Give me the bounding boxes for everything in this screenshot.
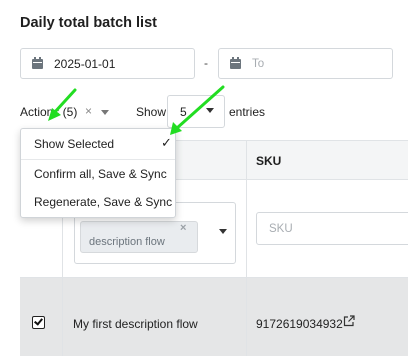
tag-label: description flow <box>89 236 165 248</box>
row-sku: 9172619034932 <box>256 317 343 331</box>
calendar-icon <box>230 57 241 69</box>
date-to-placeholder: To <box>252 58 265 70</box>
checkmark-icon <box>34 316 43 326</box>
date-from-input[interactable]: 2025-01-01 <box>20 48 195 79</box>
menu-item-label: Confirm all, Save & Sync <box>34 167 167 181</box>
selected-tag: × description flow <box>80 221 198 253</box>
show-label: Show <box>136 105 167 119</box>
menu-item-label: Regenerate, Save & Sync <box>34 195 173 209</box>
menu-item-show-selected[interactable]: Show Selected ✓ <box>21 130 175 158</box>
entries-label: entries <box>229 105 266 119</box>
external-link-icon[interactable] <box>343 315 355 327</box>
date-to-input[interactable]: To <box>218 48 393 79</box>
row-checkbox[interactable] <box>32 316 45 329</box>
row-description-name: My first description flow <box>73 317 198 331</box>
clear-selection-icon[interactable]: × <box>85 104 92 118</box>
actions-menu: Show Selected ✓ Confirm all, Save & Sync… <box>20 128 176 218</box>
calendar-icon <box>32 57 43 69</box>
page-length-value: 5 <box>180 105 187 119</box>
chevron-down-icon[interactable] <box>219 229 227 234</box>
page-length-select[interactable]: 5 <box>167 95 225 128</box>
page-title: Daily total batch list <box>20 15 157 31</box>
column-divider <box>246 140 247 356</box>
table-row[interactable]: My first description flow 9172619034932 <box>20 278 408 356</box>
sku-filter-input[interactable]: SKU <box>256 212 408 245</box>
column-header-sku[interactable]: SKU <box>256 154 281 168</box>
menu-item-regenerate-save-sync[interactable]: Regenerate, Save & Sync <box>21 188 175 216</box>
menu-item-label: Show Selected <box>34 137 115 151</box>
menu-item-confirm-save-sync[interactable]: Confirm all, Save & Sync <box>21 160 175 188</box>
date-from-value: 2025-01-01 <box>54 57 116 71</box>
date-range-separator: - <box>204 56 208 70</box>
chevron-down-icon[interactable] <box>101 110 109 115</box>
chevron-down-icon <box>206 108 214 113</box>
actions-dropdown-toggle[interactable]: Actions (5) <box>20 105 77 119</box>
tag-remove-icon[interactable]: × <box>180 222 186 234</box>
sku-placeholder: SKU <box>269 223 293 235</box>
checkmark-icon: ✓ <box>161 135 172 150</box>
